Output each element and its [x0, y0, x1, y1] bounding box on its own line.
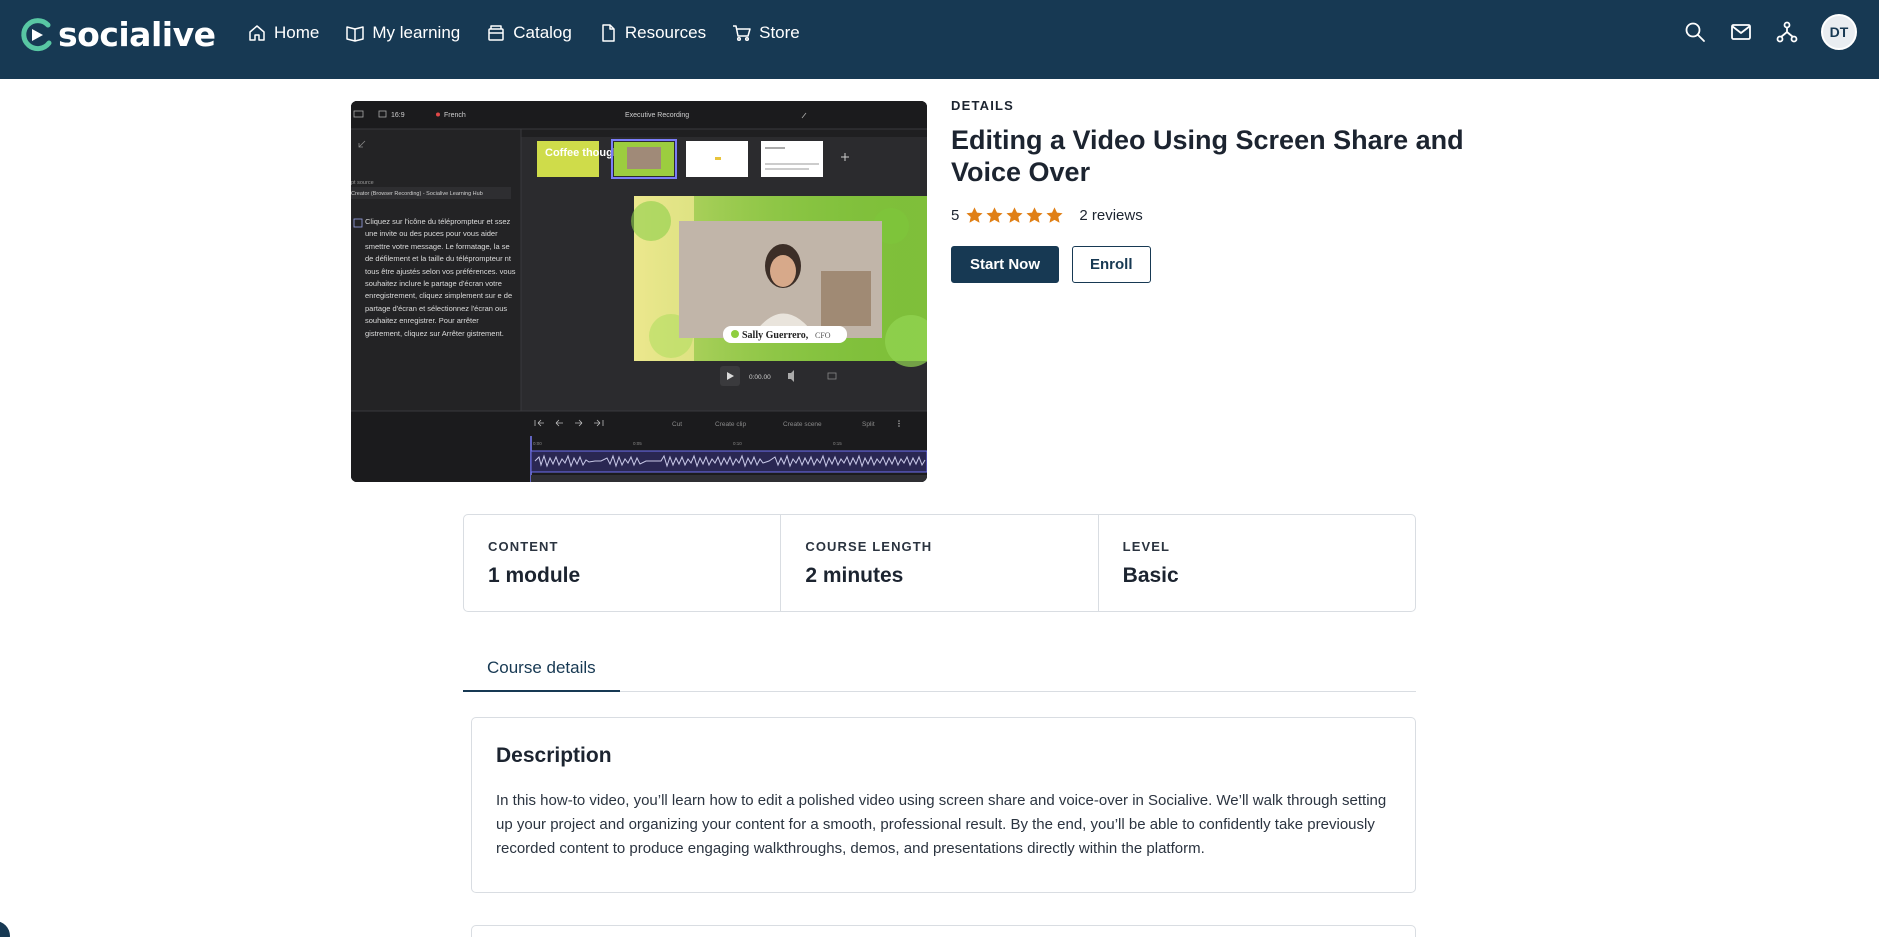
aspect-ratio-label: 16:9 [391, 112, 405, 119]
stat-content: CONTENT 1 module [464, 515, 782, 611]
nav-label: Resources [624, 23, 707, 42]
source-label: pt source [351, 180, 374, 186]
catalog-icon [488, 25, 504, 41]
tool-cut: Cut [672, 421, 682, 428]
stat-label: COURSE LENGTH [805, 539, 933, 554]
nav-label: Home [274, 23, 320, 42]
user-avatar[interactable]: DT [1821, 14, 1857, 50]
lower-third-role: CFO [815, 331, 831, 340]
lower-third-name: Sally Guerrero, [742, 330, 809, 341]
source-value: Creator (Browser Recording) - Socialive … [351, 191, 483, 197]
tool-create-clip: Create clip [715, 421, 746, 428]
search-icon[interactable] [1683, 20, 1707, 44]
star-rating [965, 206, 1065, 225]
enroll-button[interactable]: Enroll [1072, 246, 1151, 283]
document-icon [602, 24, 615, 42]
mail-icon[interactable] [1729, 20, 1753, 44]
language-label: French [444, 112, 466, 119]
course-stats: CONTENT 1 module COURSE LENGTH 2 minutes… [463, 514, 1416, 612]
course-tabs: Course details [463, 652, 1416, 692]
org-chart-icon[interactable] [1775, 20, 1799, 44]
main-nav: Home My learning Catalog Resources Store [247, 0, 826, 66]
video-canvas: Sally Guerrero, CFO [631, 196, 927, 367]
stat-value: 2 minutes [805, 564, 904, 587]
timeline-mark: 0:10 [733, 441, 742, 446]
description-card: Description In this how-to video, you’ll… [471, 717, 1416, 893]
header-actions: DT [1683, 14, 1857, 50]
top-navbar: socialive Home My learning Catalog Resou… [0, 0, 1879, 79]
course-thumbnail: 16:9 French Executive Recording pt sourc… [351, 101, 927, 482]
course-details: DETAILS Editing a Video Using Screen Sha… [951, 98, 1531, 283]
timeline-mark: 0:00 [533, 441, 542, 446]
socialive-logo[interactable]: socialive [18, 15, 216, 54]
nav-item-store[interactable]: Store [732, 23, 800, 43]
description-body: In this how-to video, you’ll learn how t… [496, 792, 1387, 857]
book-icon [346, 26, 365, 42]
star-icon [1006, 207, 1023, 223]
nav-item-catalog[interactable]: Catalog [486, 23, 572, 43]
description-heading: Description [496, 744, 612, 767]
star-icon [1026, 207, 1043, 223]
rating-value: 5 [951, 207, 960, 224]
stat-value: Basic [1122, 564, 1179, 587]
tool-split: Split [862, 421, 875, 428]
corner-accent [0, 921, 10, 937]
star-icon [1046, 207, 1063, 223]
stat-label: CONTENT [488, 539, 559, 554]
next-section-card [471, 925, 1416, 937]
tool-create-scene: Create scene [783, 421, 822, 428]
logo-icon [21, 18, 52, 52]
course-actions: Start Now Enroll [951, 246, 1531, 283]
cart-icon [733, 25, 751, 42]
stat-level: LEVEL Basic [1099, 515, 1415, 611]
timeline-mark: 0:15 [833, 441, 842, 446]
details-kicker: DETAILS [951, 98, 1015, 113]
start-now-button[interactable]: Start Now [951, 246, 1060, 283]
stat-value: 1 module [488, 564, 581, 587]
nav-label: Store [759, 23, 800, 42]
nav-label: My learning [372, 23, 461, 42]
stat-label: LEVEL [1122, 539, 1171, 554]
logo-wordmark: socialive [58, 15, 216, 54]
nav-label: Catalog [513, 23, 572, 42]
teleprompter-text: Cliquez sur l'icône du téléprompteur et … [365, 217, 516, 338]
tab-course-details[interactable]: Course details [463, 652, 620, 692]
recording-title: Executive Recording [625, 112, 689, 119]
nav-item-my-learning[interactable]: My learning [345, 23, 460, 43]
reviews-count[interactable]: 2 reviews [1079, 207, 1142, 224]
stat-course-length: COURSE LENGTH 2 minutes [781, 515, 1099, 611]
timeline-mark: 0:05 [633, 441, 642, 446]
home-icon [249, 25, 265, 41]
star-icon [966, 207, 983, 223]
course-title: Editing a Video Using Screen Share and V… [951, 125, 1464, 187]
slide-strip: Coffee thoughts [537, 139, 849, 179]
nav-item-home[interactable]: Home [247, 23, 319, 43]
star-icon [986, 207, 1003, 223]
timecode: 0:00.00 [749, 374, 771, 381]
course-rating: 5 2 reviews [951, 206, 1531, 225]
nav-item-resources[interactable]: Resources [598, 23, 706, 43]
